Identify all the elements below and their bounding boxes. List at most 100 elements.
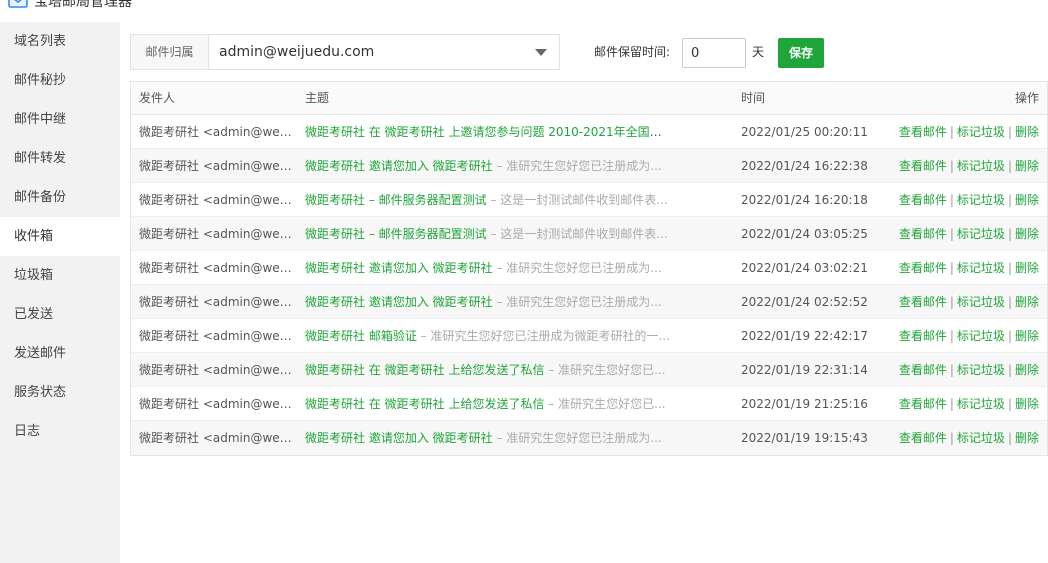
delete-link[interactable]: 删除 [1015, 193, 1039, 207]
view-mail-link[interactable]: 查看邮件 [899, 193, 947, 207]
row-time: 2022/01/24 16:22:38 [741, 159, 868, 173]
row-actions: 查看邮件 | 标记垃圾 | 删除 [879, 251, 1039, 285]
row-subject-cell: 微距考研社 邀请您加入 微距考研社 – 准研究生您好您已注册成为... [305, 421, 671, 455]
retain-days-input[interactable] [682, 38, 746, 68]
row-subject[interactable]: 微距考研社 在 微距考研社 上邀请您参与问题 2010-2021年全国硕士研究生 [305, 125, 671, 139]
domain-label: 邮件归属 [131, 35, 209, 69]
separator: | [949, 261, 954, 275]
row-subject[interactable]: 微距考研社 邀请您加入 微距考研社 [305, 295, 493, 309]
sidebar-item[interactable]: 垃圾箱 [0, 256, 120, 295]
row-subject[interactable]: 微距考研社 在 微距考研社 上给您发送了私信 [305, 363, 544, 377]
mark-spam-link[interactable]: 标记垃圾 [957, 295, 1005, 309]
mark-spam-link[interactable]: 标记垃圾 [957, 431, 1005, 445]
table-row[interactable]: 微距考研社 <admin@weijuedu.com> 微距考研社 邮箱验证 – 准… [131, 319, 1047, 353]
table-row[interactable]: 微距考研社 <admin@weijuedu.com> 微距考研社 – 邮件服务器配… [131, 183, 1047, 217]
row-subject[interactable]: 微距考研社 邀请您加入 微距考研社 [305, 261, 493, 275]
view-mail-link[interactable]: 查看邮件 [899, 329, 947, 343]
separator: | [1007, 125, 1012, 139]
mark-spam-link[interactable]: 标记垃圾 [957, 329, 1005, 343]
separator: | [1007, 431, 1012, 445]
delete-link[interactable]: 删除 [1015, 125, 1039, 139]
sidebar-item[interactable]: 日志 [0, 412, 120, 451]
delete-link[interactable]: 删除 [1015, 329, 1039, 343]
sidebar-item[interactable]: 发送邮件 [0, 334, 120, 373]
separator: | [949, 295, 954, 309]
separator: | [949, 159, 954, 173]
table-row[interactable]: 微距考研社 <admin@weijuedu.com> 微距考研社 邀请您加入 微距… [131, 421, 1047, 455]
delete-link[interactable]: 删除 [1015, 363, 1039, 377]
sidebar-item[interactable]: 邮件备份 [0, 178, 120, 217]
delete-link[interactable]: 删除 [1015, 397, 1039, 411]
mark-spam-link[interactable]: 标记垃圾 [957, 227, 1005, 241]
view-mail-link[interactable]: 查看邮件 [899, 363, 947, 377]
table-row[interactable]: 微距考研社 <admin@weijuedu.com> 微距考研社 在 微距考研社 … [131, 353, 1047, 387]
row-from: 微距考研社 <admin@weijuedu.com> [139, 295, 295, 309]
view-mail-link[interactable]: 查看邮件 [899, 295, 947, 309]
sidebar-item[interactable]: 邮件转发 [0, 139, 120, 178]
row-time: 2022/01/24 03:05:25 [741, 227, 868, 241]
table-row[interactable]: 微距考研社 <admin@weijuedu.com> 微距考研社 – 邮件服务器配… [131, 217, 1047, 251]
row-preview: – 准研究生您好您已... [544, 397, 666, 411]
mark-spam-link[interactable]: 标记垃圾 [957, 159, 1005, 173]
sidebar-item[interactable]: 邮件秘抄 [0, 61, 120, 100]
row-actions: 查看邮件 | 标记垃圾 | 删除 [879, 285, 1039, 319]
delete-link[interactable]: 删除 [1015, 227, 1039, 241]
title-bar: 宝塔邮局管理器 [0, 0, 1048, 22]
table-row[interactable]: 微距考研社 <admin@weijuedu.com> 微距考研社 邀请您加入 微距… [131, 251, 1047, 285]
row-actions: 查看邮件 | 标记垃圾 | 删除 [879, 217, 1039, 251]
separator: | [1007, 227, 1012, 241]
delete-link[interactable]: 删除 [1015, 431, 1039, 445]
view-mail-link[interactable]: 查看邮件 [899, 125, 947, 139]
table-row[interactable]: 微距考研社 <admin@weijuedu.com> 微距考研社 邀请您加入 微距… [131, 285, 1047, 319]
delete-link[interactable]: 删除 [1015, 295, 1039, 309]
row-time: 2022/01/24 02:52:52 [741, 295, 868, 309]
view-mail-link[interactable]: 查看邮件 [899, 159, 947, 173]
row-preview: – 准研究生您好您已... [544, 363, 666, 377]
mark-spam-link[interactable]: 标记垃圾 [957, 363, 1005, 377]
sidebar-item[interactable]: 域名列表 [0, 22, 120, 61]
mark-spam-link[interactable]: 标记垃圾 [957, 397, 1005, 411]
row-time: 2022/01/24 16:20:18 [741, 193, 868, 207]
mark-spam-link[interactable]: 标记垃圾 [957, 261, 1005, 275]
row-time: 2022/01/19 19:15:43 [741, 431, 868, 445]
row-subject[interactable]: 微距考研社 邮箱验证 [305, 329, 417, 343]
table-row[interactable]: 微距考研社 <admin@weijuedu.com> 微距考研社 在 微距考研社 … [131, 115, 1047, 149]
separator: | [949, 193, 954, 207]
row-subject[interactable]: 微距考研社 邀请您加入 微距考研社 [305, 431, 493, 445]
sidebar-item[interactable]: 收件箱 [0, 217, 120, 256]
mark-spam-link[interactable]: 标记垃圾 [957, 193, 1005, 207]
domain-selector: 邮件归属 admin@weijuedu.com [130, 34, 560, 70]
delete-link[interactable]: 删除 [1015, 159, 1039, 173]
mail-table: 发件人 主题 时间 操作 微距考研社 <admin@weijuedu.com>微… [130, 81, 1048, 456]
row-from: 微距考研社 <admin@weijuedu.com> [139, 227, 295, 241]
sidebar-item[interactable]: 已发送 [0, 295, 120, 334]
row-subject-cell: 微距考研社 邮箱验证 – 准研究生您好您已注册成为微距考研社的一... [305, 319, 671, 353]
sidebar-item[interactable]: 邮件中继 [0, 100, 120, 139]
row-subject[interactable]: 微距考研社 在 微距考研社 上给您发送了私信 [305, 397, 544, 411]
domain-select-value: admin@weijuedu.com [219, 44, 375, 60]
separator: | [1007, 363, 1012, 377]
row-subject[interactable]: 微距考研社 – 邮件服务器配置测试 [305, 227, 487, 241]
row-subject[interactable]: 微距考研社 邀请您加入 微距考研社 [305, 159, 493, 173]
row-time: 2022/01/25 00:20:11 [741, 125, 868, 139]
mark-spam-link[interactable]: 标记垃圾 [957, 125, 1005, 139]
delete-link[interactable]: 删除 [1015, 261, 1039, 275]
domain-select[interactable]: admin@weijuedu.com [209, 35, 559, 69]
sidebar-item[interactable]: 服务状态 [0, 373, 120, 412]
table-row[interactable]: 微距考研社 <admin@weijuedu.com> 微距考研社 邀请您加入 微距… [131, 149, 1047, 183]
separator: | [949, 431, 954, 445]
row-subject-cell: 微距考研社 邀请您加入 微距考研社 – 准研究生您好您已注册成为... [305, 251, 671, 285]
save-button[interactable]: 保存 [778, 38, 824, 68]
view-mail-link[interactable]: 查看邮件 [899, 431, 947, 445]
row-actions: 查看邮件 | 标记垃圾 | 删除 [879, 319, 1039, 353]
row-from: 微距考研社 <admin@weijuedu.com> [139, 363, 295, 377]
row-from: 微距考研社 <admin@weijuedu.com> [139, 397, 295, 411]
row-preview: – 准研究生您好您已注册成为... [492, 295, 662, 309]
row-subject[interactable]: 微距考研社 – 邮件服务器配置测试 [305, 193, 487, 207]
view-mail-link[interactable]: 查看邮件 [899, 227, 947, 241]
table-row[interactable]: 微距考研社 <admin@weijuedu.com> 微距考研社 在 微距考研社 … [131, 387, 1047, 421]
view-mail-link[interactable]: 查看邮件 [899, 261, 947, 275]
row-from: 微距考研社 <admin@weijuedu.com> [139, 329, 295, 343]
header-subject: 主题 [305, 91, 330, 105]
view-mail-link[interactable]: 查看邮件 [899, 397, 947, 411]
